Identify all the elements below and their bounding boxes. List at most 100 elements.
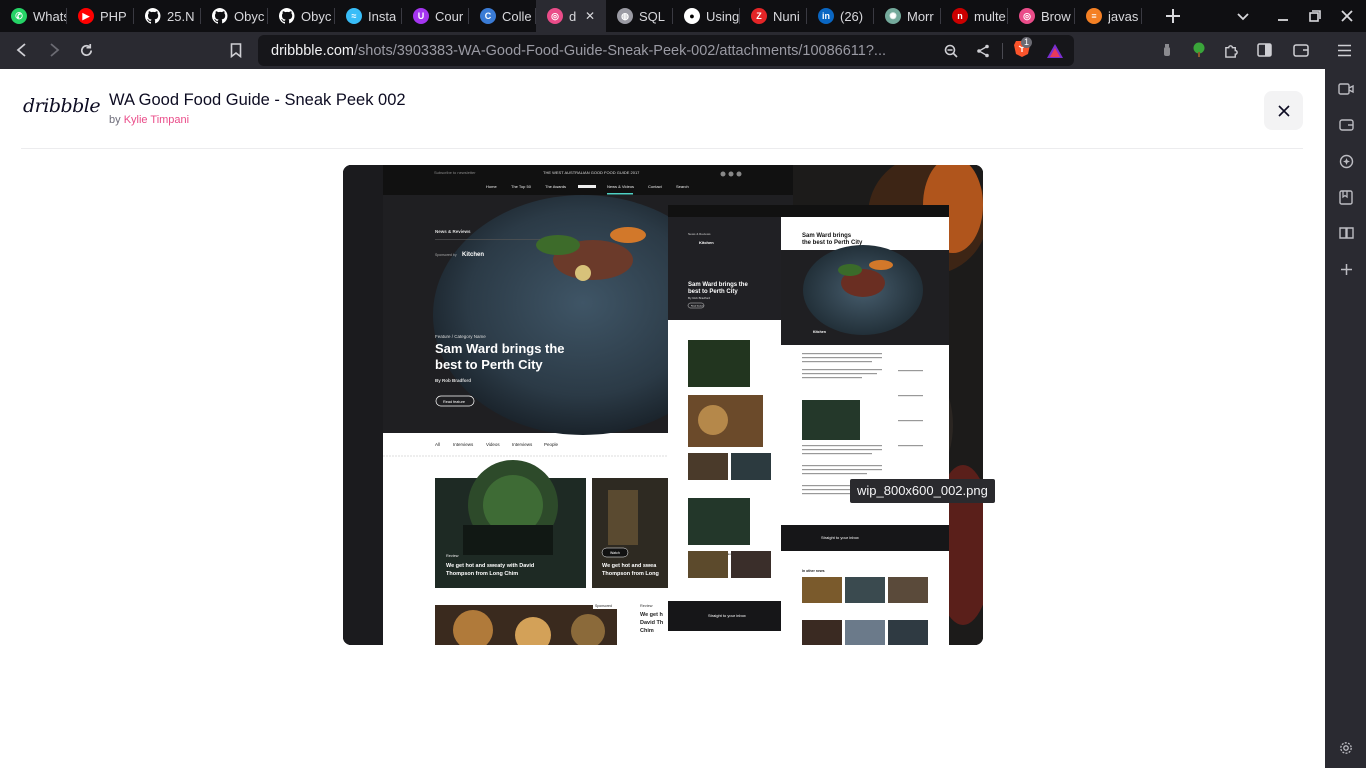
shot-title: WA Good Food Guide - Sneak Peek 002	[109, 91, 406, 109]
tab-7[interactable]: C Colle	[469, 0, 536, 32]
side-panel-wallet-button[interactable]	[1337, 116, 1355, 134]
tab-11[interactable]: Z Nuni	[740, 0, 807, 32]
bookmarks-icon	[1339, 189, 1353, 205]
tab-title: d	[569, 8, 577, 24]
video-call-icon	[1338, 83, 1354, 95]
tab-10[interactable]: ● Using	[673, 0, 740, 32]
plus-icon	[1166, 9, 1180, 23]
main-menu-button[interactable]	[1331, 38, 1357, 62]
side-panel-reading-list-button[interactable]	[1337, 224, 1355, 242]
tab-list-button[interactable]	[1227, 0, 1259, 32]
wallet-button[interactable]	[1288, 38, 1314, 62]
multer-icon: n	[952, 8, 968, 24]
bookmark-button[interactable]	[223, 38, 249, 62]
reload-button[interactable]	[73, 38, 99, 62]
shot-m1-inbox: Straight to your inbox	[708, 613, 746, 618]
whatsapp-icon: ✆	[11, 8, 27, 24]
close-icon	[1277, 104, 1290, 117]
close-icon	[1341, 10, 1353, 22]
shot-filter-4: People	[544, 442, 559, 447]
shot-filter-1: Interviews	[453, 442, 474, 447]
side-panel-leo-button[interactable]	[1337, 152, 1355, 170]
back-button[interactable]	[9, 38, 35, 62]
shot-sponsor: Kitchen	[462, 252, 484, 258]
side-panel-bookmarks-button[interactable]	[1337, 188, 1355, 206]
url-host: dribbble.com	[271, 42, 355, 59]
shot-m2-head-2: the best to Perth City	[802, 240, 863, 246]
side-panel-video-button[interactable]	[1337, 80, 1355, 98]
shot-card1-tag: Review	[446, 554, 459, 558]
tab-3[interactable]: Obyc	[201, 0, 268, 32]
browser-side-panel	[1325, 69, 1366, 768]
author-link[interactable]: Kylie Timpani	[124, 114, 189, 126]
shot-card3-title-1: We get h	[640, 612, 663, 618]
shot-m2-head-1: Sam Ward brings	[802, 233, 852, 239]
extensions-menu-button[interactable]	[1218, 38, 1244, 62]
shot-site-title: THE WEST AUSTRALIAN GOOD FOOD GUIDE 2017	[543, 170, 640, 175]
tab-0[interactable]: ✆ WhatsApp	[0, 0, 67, 32]
tab-8[interactable]: ◎ d ✕	[536, 0, 606, 32]
close-button[interactable]	[1264, 91, 1303, 130]
forward-button[interactable]	[41, 38, 67, 62]
shot-subscribe: Subscribe to newsletter	[434, 170, 476, 175]
shot-headline-1: Sam Ward brings the	[435, 341, 565, 356]
collection-icon: C	[480, 8, 496, 24]
brave-rewards-icon	[1047, 44, 1063, 58]
udemy-icon: U	[413, 8, 429, 24]
image-filename-tooltip: wip_800x600_002.png	[850, 479, 995, 503]
side-panel-settings-button[interactable]	[1337, 739, 1355, 757]
shot-filter-0: All	[435, 442, 440, 447]
zoom-button[interactable]	[941, 41, 961, 61]
shot-m1-head-1: Sam Ward brings the	[688, 282, 748, 288]
sidebar-toggle-button[interactable]	[1251, 38, 1277, 62]
tab-14[interactable]: n multe	[941, 0, 1008, 32]
tab-6[interactable]: U Cour	[402, 0, 469, 32]
reading-list-icon	[1338, 227, 1354, 239]
new-tab-button[interactable]	[1157, 0, 1189, 32]
minimize-button[interactable]	[1267, 0, 1299, 32]
tab-title: (26)	[840, 8, 864, 24]
tab-title: Obyc	[234, 8, 265, 24]
puzzle-icon	[1224, 44, 1238, 58]
url-path: /shots/3903383-WA-Good-Food-Guide-Sneak-…	[354, 42, 886, 59]
brave-rewards-button[interactable]	[1045, 41, 1065, 61]
tab-title: PHP	[100, 8, 127, 24]
shot-card1-title-2: Thompson from Long Chim	[446, 571, 518, 577]
bookmark-icon	[230, 42, 242, 58]
shot-eyebrow: Feature / Category Name	[435, 334, 486, 339]
tab-1[interactable]: ▶ PHP	[67, 0, 134, 32]
shot-card3-tag: Review	[640, 604, 653, 608]
shot-nav-2: The Awards	[545, 184, 566, 189]
tab-12[interactable]: in (26)	[807, 0, 874, 32]
shot-nav-1: The Top 50	[511, 184, 532, 189]
tab-9[interactable]: ◍ SQL	[606, 0, 673, 32]
window-close-button[interactable]	[1331, 0, 1363, 32]
dribbble-logo[interactable]: dribbble	[23, 95, 101, 117]
tab-5[interactable]: ≈ Insta	[335, 0, 402, 32]
shot-sponsored: Sponsored	[595, 604, 612, 608]
tab-2[interactable]: 25.N	[134, 0, 201, 32]
tab-16[interactable]: ≡ javas	[1075, 0, 1142, 32]
tab-title: WhatsApp	[33, 8, 67, 24]
maximize-button[interactable]	[1299, 0, 1331, 32]
minimize-icon	[1278, 19, 1288, 21]
tab-15[interactable]: ◎ Brow	[1008, 0, 1075, 32]
tab-close-button[interactable]: ✕	[582, 8, 598, 24]
shot-sponsored-by: Sponsored by	[435, 253, 457, 257]
shot-image[interactable]: Subscribe to newsletter THE WEST AUSTRAL…	[343, 165, 983, 645]
tab-13[interactable]: ✺ Morr	[874, 0, 941, 32]
tab-title: Brow	[1041, 8, 1071, 24]
shot-m1-cta: Read feature	[691, 305, 704, 308]
extension-button-1[interactable]	[1154, 38, 1180, 62]
side-panel-add-button[interactable]	[1337, 260, 1355, 278]
shot-m2-other: In other news	[802, 569, 825, 573]
share-button[interactable]	[973, 41, 993, 61]
tab-title: javas	[1108, 8, 1139, 24]
shot-nav-0: Home	[486, 184, 497, 189]
extension-button-2[interactable]	[1186, 38, 1212, 62]
shot-m2-sponsor: Kitchen	[813, 330, 826, 334]
shot-nav-3: News & Videos	[607, 184, 634, 189]
reload-icon	[80, 43, 92, 56]
shot-headline-2: best to Perth City	[435, 357, 543, 372]
tab-4[interactable]: Obyc	[268, 0, 335, 32]
